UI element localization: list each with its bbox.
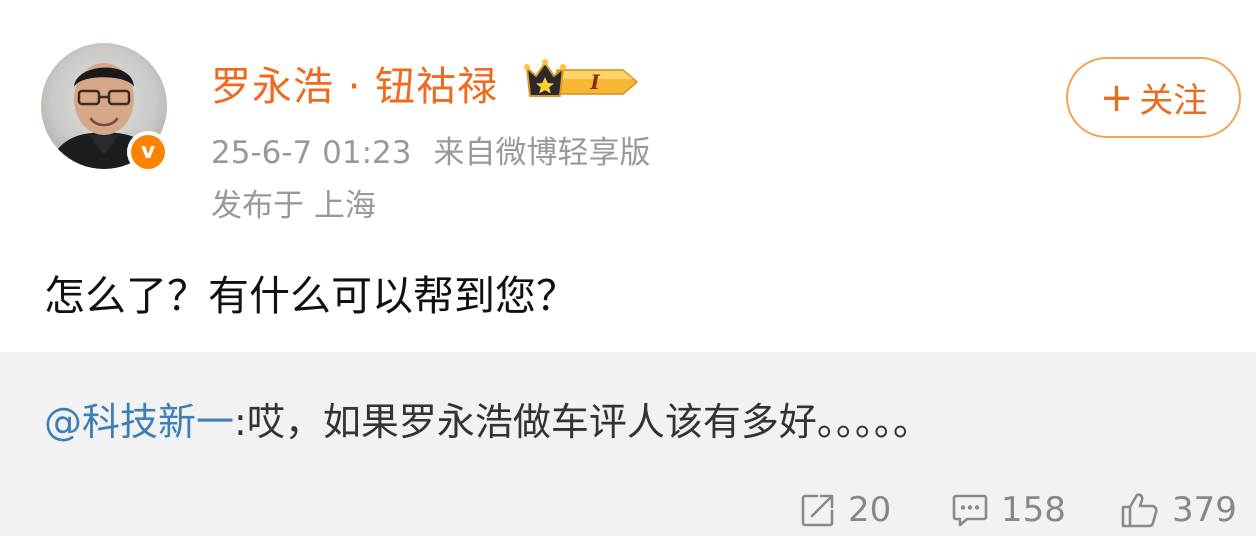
post-timestamp: 25-6-7 01:23 xyxy=(211,135,412,171)
comment-button[interactable]: 158 xyxy=(951,488,1066,532)
weibo-post: v 罗永浩 · 钮祜禄 I 25-6-7 01:23 来自微博轻享版 发布于 上海… xyxy=(0,0,1256,536)
follow-button[interactable]: + 关注 xyxy=(1066,57,1241,138)
thumbs-up-icon xyxy=(1121,493,1158,528)
like-button[interactable]: 379 xyxy=(1120,488,1237,532)
like-count: 379 xyxy=(1172,490,1237,530)
repost-count: 20 xyxy=(848,490,892,530)
post-meta: 25-6-7 01:23 来自微博轻享版 xyxy=(211,127,650,172)
quoted-text: :哎，如果罗永浩做车评人该有多好。。。。。 xyxy=(234,400,931,444)
repost-button[interactable]: 20 xyxy=(800,488,891,532)
comment-icon xyxy=(952,494,988,527)
member-crown-badge[interactable]: I xyxy=(523,58,639,110)
author-name[interactable]: 罗永浩 · 钮祜禄 xyxy=(211,54,498,112)
follow-label: 关注 xyxy=(1139,81,1208,121)
crown-icon: I xyxy=(524,59,639,97)
post-location: 发布于 上海 xyxy=(211,188,376,224)
comment-count: 158 xyxy=(1001,490,1066,530)
quoted-user-mention[interactable]: @科技新一 xyxy=(44,400,234,444)
post-text: 怎么了？有什么可以帮到您？ xyxy=(44,272,577,320)
verified-mark: v xyxy=(131,135,165,169)
post-source[interactable]: 来自微博轻享版 xyxy=(433,135,650,171)
quoted-post-text: @科技新一:哎，如果罗永浩做车评人该有多好。。。。。 xyxy=(44,391,931,446)
repost-icon xyxy=(801,494,834,527)
plus-icon: + xyxy=(1099,74,1134,121)
verified-badge-icon: v xyxy=(127,131,169,173)
badge-level-label: I xyxy=(589,70,600,94)
